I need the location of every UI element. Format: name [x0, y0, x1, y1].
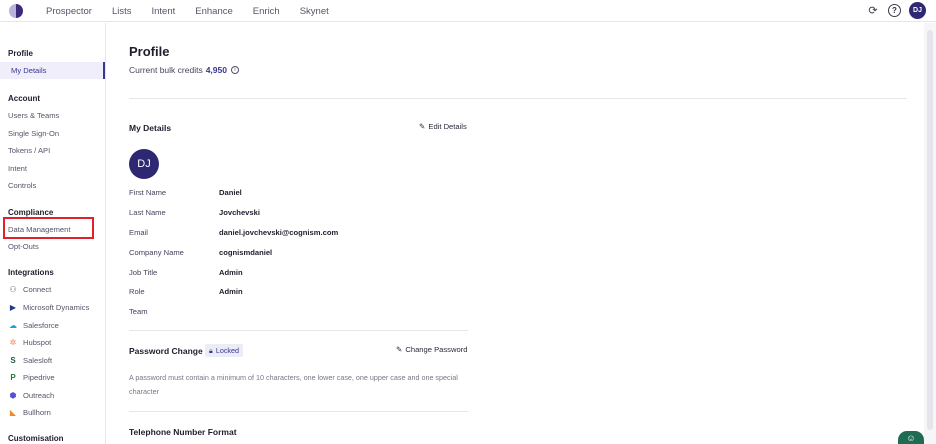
- salesforce-icon: ☁: [9, 321, 17, 330]
- email-value: daniel.jovchevski@cognism.com: [219, 228, 339, 237]
- nav-prospector[interactable]: Prospector: [46, 6, 92, 17]
- sidebar-item-label: Salesloft: [23, 356, 53, 365]
- edit-details-label: Edit Details: [428, 122, 467, 131]
- sidebar-item-label: Pipedrive: [23, 373, 55, 382]
- user-avatar[interactable]: DJ: [909, 2, 926, 19]
- nav-skynet[interactable]: Skynet: [300, 6, 329, 17]
- edit-details-button[interactable]: ✎ Edit Details: [419, 122, 467, 131]
- sidebar-item-hubspot[interactable]: ✲ Hubspot: [8, 338, 52, 347]
- role-value: Admin: [219, 287, 243, 296]
- sidebar-section-customisation: Customisation: [8, 434, 64, 443]
- password-change-title: Password Change: [129, 346, 203, 356]
- divider: [129, 330, 468, 331]
- sidebar-item-label: Salesforce: [23, 321, 59, 330]
- nav-enhance[interactable]: Enhance: [195, 6, 233, 17]
- sidebar-item-label: Outreach: [23, 391, 55, 400]
- highlight-box: [3, 217, 94, 239]
- top-bar: Prospector Lists Intent Enhance Enrich S…: [0, 0, 936, 22]
- last-name-label: Last Name: [129, 208, 166, 217]
- change-password-label: Change Password: [405, 345, 468, 354]
- team-label: Team: [129, 307, 148, 316]
- bulk-credits: Current bulk credits 4,950 i: [129, 65, 239, 75]
- lock-icon: 🔒︎: [209, 345, 213, 355]
- app-logo-icon[interactable]: [9, 4, 23, 18]
- locked-badge: 🔒︎ Locked: [205, 344, 244, 357]
- role-label: Role: [129, 287, 145, 296]
- nav-lists[interactable]: Lists: [112, 6, 132, 17]
- salesloft-icon: S: [10, 356, 16, 365]
- chat-widget-icon[interactable]: ☺: [898, 431, 924, 444]
- sidebar-item-intent[interactable]: Intent: [8, 164, 27, 173]
- credits-value: 4,950: [205, 65, 227, 75]
- nav-enrich[interactable]: Enrich: [253, 6, 280, 17]
- sidebar-section-profile: Profile: [8, 49, 33, 58]
- edit-icon: ✎: [396, 345, 403, 354]
- company-name-value: cognismdaniel: [219, 248, 273, 257]
- sidebar-item-microsoft-dynamics[interactable]: ▶ Microsoft Dynamics: [8, 303, 89, 312]
- sidebar-item-outreach[interactable]: ⬢ Outreach: [8, 391, 55, 400]
- nav-intent[interactable]: Intent: [151, 6, 175, 17]
- info-icon[interactable]: i: [230, 66, 239, 74]
- job-title-label: Job Title: [129, 268, 158, 277]
- edit-icon: ✎: [419, 122, 426, 131]
- outreach-icon: ⬢: [9, 391, 17, 400]
- company-name-label: Company Name: [129, 248, 184, 257]
- password-requirements-note: A password must contain a minimum of 10 …: [129, 373, 458, 396]
- refresh-icon[interactable]: ⟳: [866, 4, 880, 18]
- sidebar-item-label: Hubspot: [23, 338, 52, 347]
- sidebar-item-bullhorn[interactable]: ◣ Bullhorn: [8, 408, 51, 417]
- divider: [129, 411, 468, 412]
- hubspot-icon: ✲: [9, 338, 17, 347]
- change-password-button[interactable]: ✎ Change Password: [396, 345, 467, 354]
- sidebar-item-pipedrive[interactable]: P Pipedrive: [8, 373, 55, 382]
- credits-label: Current bulk credits: [129, 65, 203, 75]
- bullhorn-icon: ◣: [9, 408, 17, 417]
- first-name-value: Daniel: [219, 188, 242, 197]
- sidebar-item-my-details[interactable]: My Details: [0, 62, 105, 79]
- profile-avatar: DJ: [129, 149, 159, 179]
- job-title-value: Admin: [219, 268, 243, 277]
- sidebar-item-opt-outs[interactable]: Opt-Outs: [8, 242, 39, 251]
- main-nav: Prospector Lists Intent Enhance Enrich S…: [46, 0, 349, 22]
- sidebar-section-integrations: Integrations: [8, 268, 54, 277]
- sidebar-section-compliance: Compliance: [8, 208, 54, 217]
- sidebar-item-connect[interactable]: ⚇ Connect: [8, 285, 51, 294]
- sidebar-section-account: Account: [8, 94, 40, 103]
- last-name-value: Jovchevski: [219, 208, 260, 217]
- email-label: Email: [129, 228, 148, 237]
- sidebar-item-label: Microsoft Dynamics: [23, 303, 90, 312]
- my-details-title: My Details: [129, 123, 172, 133]
- sidebar-item-sso[interactable]: Single Sign-On: [8, 129, 59, 138]
- sidebar-item-label: My Details: [11, 66, 47, 75]
- sidebar-item-tokens-api[interactable]: Tokens / API: [8, 146, 50, 155]
- scrollbar-thumb[interactable]: [927, 30, 933, 430]
- locked-label: Locked: [215, 346, 240, 355]
- first-name-label: First Name: [129, 188, 167, 197]
- pipedrive-icon: P: [10, 373, 16, 382]
- help-icon[interactable]: ?: [888, 4, 901, 17]
- telephone-format-title: Telephone Number Format: [129, 427, 237, 437]
- sidebar-item-users-teams[interactable]: Users & Teams: [8, 111, 59, 120]
- dynamics-icon: ▶: [9, 303, 17, 312]
- connect-icon: ⚇: [9, 285, 17, 294]
- main-content: Profile Current bulk credits 4,950 i My …: [107, 23, 917, 444]
- sidebar-item-label: Connect: [23, 285, 52, 294]
- divider: [129, 98, 907, 99]
- top-right-actions: ⟳ ? DJ: [866, 2, 926, 19]
- sidebar-item-label: Bullhorn: [23, 408, 51, 417]
- sidebar-item-salesloft[interactable]: S Salesloft: [8, 356, 52, 365]
- sidebar-item-controls[interactable]: Controls: [8, 181, 36, 190]
- page-title: Profile: [129, 44, 170, 59]
- sidebar-item-salesforce[interactable]: ☁ Salesforce: [8, 321, 59, 330]
